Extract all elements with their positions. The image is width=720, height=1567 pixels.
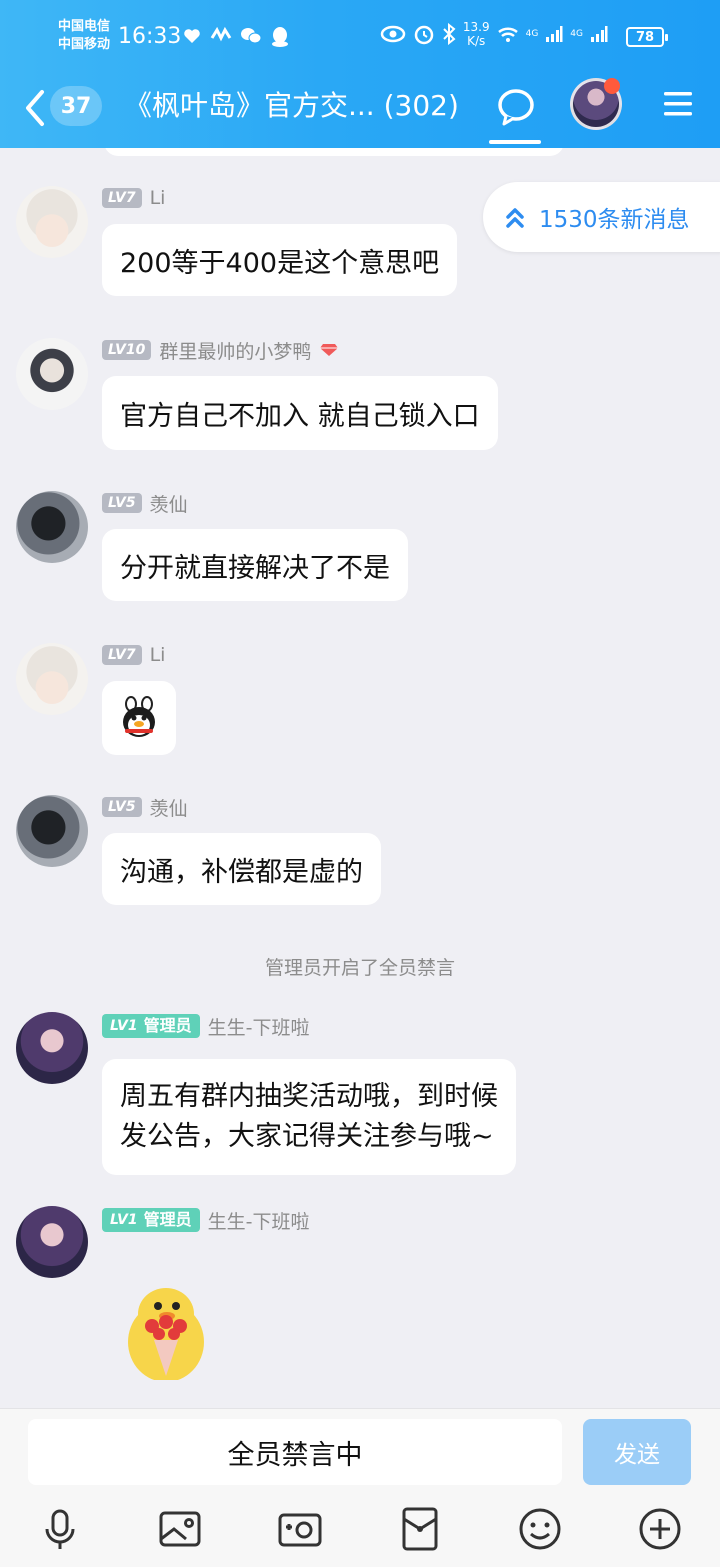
sender-name[interactable]: 羡仙 [150, 490, 188, 517]
avatar[interactable] [16, 186, 88, 258]
emoji-icon[interactable] [516, 1505, 564, 1553]
system-icons: 13.9 K/s 4G 4G [380, 20, 608, 48]
sender-line: LV1 管理员 生生-下班啦 [102, 1207, 310, 1234]
net-speed-value: 13.9 [462, 20, 490, 34]
avatar[interactable] [16, 338, 88, 410]
sender-line: LV7 Li [102, 643, 165, 667]
qq-penguin-emoji-icon [123, 696, 155, 737]
plus-icon[interactable] [636, 1505, 684, 1553]
level-badge: LV1 [110, 1212, 138, 1228]
level-badge: LV1 [110, 1018, 138, 1034]
muted-input-field: 全员禁言中 [28, 1419, 562, 1485]
message-bubble[interactable]: 周五有群内抽奖活动哦，到时候 发公告，大家记得关注参与哦~ [102, 1059, 516, 1175]
message-line-2: 发公告，大家记得关注参与哦~ [120, 1121, 494, 1152]
bluetooth-icon [443, 23, 456, 45]
wechat-icon [241, 28, 262, 44]
red-packet-icon[interactable] [396, 1505, 444, 1553]
duck-sticker-icon[interactable] [124, 1280, 208, 1380]
message-bubble[interactable]: 分开就直接解决了不是 [102, 529, 408, 601]
level-badge: LV5 [102, 797, 142, 817]
input-area: 全员禁言中 发送 [0, 1408, 720, 1567]
back-arrow-icon[interactable] [20, 88, 50, 128]
avatar[interactable] [16, 795, 88, 867]
avatar[interactable] [16, 1012, 88, 1084]
role-label: 管理员 [143, 1210, 192, 1229]
net-speed: 13.9 K/s [463, 20, 490, 48]
sender-line: LV5 羡仙 [102, 490, 188, 517]
sender-name[interactable]: 生生-下班啦 [208, 1207, 310, 1234]
sender-name[interactable]: 群里最帅的小梦鸭 [159, 337, 311, 364]
status-bar: 中国电信 中国移动 16:33 13.9 K/s 4G 4G 78 [0, 0, 720, 76]
network-type-1: 4G [525, 29, 539, 39]
signal-icon-1 [546, 26, 563, 42]
level-badge: LV10 [102, 340, 152, 360]
message-line-1: 周五有群内抽奖活动哦，到时候 [120, 1081, 498, 1112]
double-chevron-up-icon [506, 208, 524, 228]
carrier-1: 中国电信 [58, 19, 111, 34]
qq-icon [272, 27, 288, 47]
new-messages-button[interactable]: 1530条新消息 [483, 182, 720, 252]
title-bar: 37 《枫叶岛》官方交... (302) [0, 76, 720, 148]
new-messages-label: 1530条新消息 [539, 207, 690, 233]
camera-icon[interactable] [276, 1505, 324, 1553]
group-title[interactable]: 《枫叶岛》官方交... (302) [124, 86, 474, 126]
header: 中国电信 中国移动 16:33 13.9 K/s 4G 4G 78 37 《枫叶… [0, 0, 720, 148]
message-bubble[interactable]: 官方自己不加入 就自己锁入口 [102, 376, 498, 450]
net-speed-unit: K/s [467, 34, 486, 48]
alarm-icon [414, 25, 434, 45]
member-count: (302) [383, 89, 459, 122]
message-bubble[interactable]: 沟通，补偿都是虚的 [102, 833, 381, 905]
battery-indicator: 78 [626, 27, 668, 47]
level-badge: LV5 [102, 493, 142, 513]
sender-line: LV5 羡仙 [102, 794, 188, 821]
level-badge: LV7 [102, 188, 142, 208]
role-label: 管理员 [143, 1016, 192, 1035]
previous-message-bubble [104, 148, 564, 156]
message-bubble[interactable]: 200等于400是这个意思吧 [102, 224, 458, 296]
network-type-2: 4G [570, 29, 583, 39]
avatar[interactable] [16, 643, 88, 715]
system-message: 管理员开启了全员禁言 [264, 957, 455, 979]
sender-name[interactable]: Li [150, 187, 166, 209]
chat-bubble-icon[interactable] [492, 84, 540, 130]
admin-badge: LV1 管理员 [102, 1014, 200, 1038]
image-icon[interactable] [156, 1505, 204, 1553]
signal-icon-2 [591, 26, 608, 42]
level-badge: LV7 [102, 645, 142, 665]
avatar[interactable] [16, 1206, 88, 1278]
status-time: 16:33 [118, 24, 182, 49]
input-toolbar [0, 1505, 720, 1561]
sender-line: LV10 群里最帅的小梦鸭 [102, 337, 339, 364]
chat-area[interactable]: LV7 Li 200等于400是这个意思吧 1530条新消息 LV10 群里最帅… [0, 148, 720, 1408]
sender-line: LV1 管理员 生生-下班啦 [102, 1013, 310, 1040]
carrier-2: 中国移动 [58, 37, 111, 52]
group-name: 《枫叶岛》官方交... [124, 89, 375, 122]
health-icon [210, 26, 232, 42]
notification-dot [604, 78, 620, 94]
wifi-icon [497, 27, 518, 42]
carriers: 中国电信 中国移动 [58, 18, 110, 54]
avatar[interactable] [16, 491, 88, 563]
eye-icon [380, 25, 406, 43]
diamond-icon [320, 344, 339, 356]
unread-count-badge[interactable]: 37 [50, 86, 102, 126]
sender-line: LV7 Li [102, 186, 165, 210]
notification-icons [182, 26, 290, 48]
emoji-bubble[interactable] [102, 681, 176, 755]
admin-badge: LV1 管理员 [102, 1208, 200, 1232]
menu-icon[interactable] [662, 90, 694, 118]
sender-name[interactable]: 生生-下班啦 [208, 1013, 310, 1040]
chat-tab-indicator [489, 140, 541, 144]
sender-name[interactable]: Li [150, 644, 166, 666]
sender-name[interactable]: 羡仙 [150, 794, 188, 821]
heart-icon [184, 29, 200, 43]
microphone-icon[interactable] [36, 1505, 84, 1553]
send-button[interactable]: 发送 [583, 1419, 691, 1485]
